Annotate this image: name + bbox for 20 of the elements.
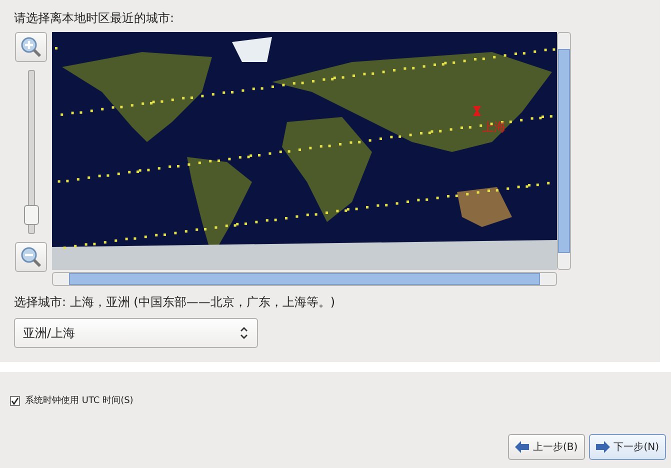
map-city-label: 上海 xyxy=(482,119,506,136)
zoom-out-button[interactable] xyxy=(15,242,47,272)
checkbox-label: 系统时钟使用 UTC 时间(S) xyxy=(25,394,134,407)
city-marker-icon xyxy=(473,106,481,116)
vertical-scrollbar[interactable] xyxy=(557,32,571,270)
up-down-chevron-icon xyxy=(239,326,249,340)
city-dropdown[interactable]: 亚洲/上海 xyxy=(14,318,258,348)
zoom-out-icon xyxy=(20,246,42,268)
zoom-in-icon xyxy=(20,36,42,58)
prompt-text: 请选择离本地时区最近的城市: xyxy=(14,10,176,27)
right-arrow-icon xyxy=(596,441,610,453)
back-button[interactable]: 上一步(B) xyxy=(508,434,585,460)
utc-checkbox[interactable]: 系统时钟使用 UTC 时间(S) xyxy=(10,394,134,407)
zoom-in-button[interactable] xyxy=(15,32,47,62)
next-button[interactable]: 下一步(N) xyxy=(588,434,666,460)
slider-handle[interactable] xyxy=(24,204,38,225)
selected-city-text: 选择城市: 上海，亚洲 (中国东部——北京，广东，上海等。) xyxy=(14,294,336,310)
horizontal-scrollbar[interactable] xyxy=(52,272,557,286)
checkbox[interactable] xyxy=(10,396,20,406)
left-arrow-icon xyxy=(515,441,530,453)
